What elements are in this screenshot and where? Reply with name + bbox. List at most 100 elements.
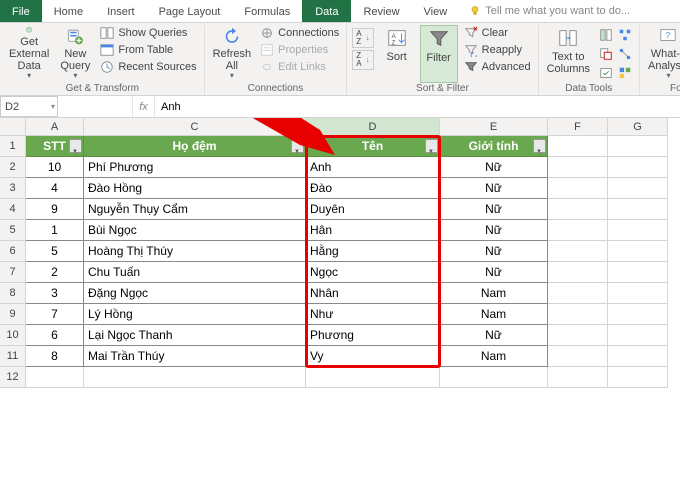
tell-me-search[interactable]: Tell me what you want to do... <box>459 0 630 22</box>
cell-ten[interactable]: Hằng <box>306 241 440 262</box>
row-header[interactable]: 10 <box>0 325 26 346</box>
filter-dropdown-icon[interactable] <box>291 139 304 153</box>
properties-button[interactable]: Properties <box>258 42 341 58</box>
cell-empty[interactable] <box>608 367 668 388</box>
recent-sources-button[interactable]: Recent Sources <box>98 59 198 75</box>
cell-empty[interactable] <box>26 367 84 388</box>
cell-gioi-tinh[interactable]: Nữ <box>440 157 548 178</box>
row-header[interactable]: 1 <box>0 136 26 157</box>
cell-gioi-tinh[interactable]: Nữ <box>440 199 548 220</box>
cell-empty[interactable] <box>548 241 608 262</box>
col-header-D[interactable]: D <box>306 118 440 136</box>
cell-empty[interactable] <box>306 367 440 388</box>
cell-ten[interactable]: Đào <box>306 178 440 199</box>
filter-button[interactable]: Filter <box>420 25 458 83</box>
tab-file[interactable]: File <box>0 0 42 22</box>
cell-ten[interactable]: Duyên <box>306 199 440 220</box>
cell-stt[interactable]: 9 <box>26 199 84 220</box>
cell-empty[interactable] <box>548 136 608 157</box>
cell-ten[interactable]: Phương <box>306 325 440 346</box>
row-header[interactable]: 12 <box>0 367 26 388</box>
cell-stt[interactable]: 2 <box>26 262 84 283</box>
table-header-ho-dem[interactable]: Họ đệm <box>84 136 306 157</box>
filter-dropdown-icon[interactable] <box>533 139 546 153</box>
from-table-button[interactable]: From Table <box>98 42 198 58</box>
remove-duplicates-button[interactable] <box>597 45 615 63</box>
tab-page-layout[interactable]: Page Layout <box>147 0 233 22</box>
cell-ho-dem[interactable]: Lại Ngọc Thanh <box>84 325 306 346</box>
filter-dropdown-icon[interactable] <box>69 139 82 153</box>
row-header[interactable]: 8 <box>0 283 26 304</box>
text-to-columns-button[interactable]: Text to Columns <box>544 25 593 83</box>
col-header-G[interactable]: G <box>608 118 668 136</box>
cell-ten[interactable]: Vy <box>306 346 440 367</box>
row-header[interactable]: 6 <box>0 241 26 262</box>
cell-empty[interactable] <box>548 304 608 325</box>
cell-empty[interactable] <box>608 220 668 241</box>
cell-empty[interactable] <box>608 178 668 199</box>
cell-ho-dem[interactable]: Đào Hồng <box>84 178 306 199</box>
relationships-button[interactable] <box>616 45 634 63</box>
fx-icon[interactable]: fx <box>133 96 155 117</box>
table-header-stt[interactable]: STT <box>26 136 84 157</box>
tab-data[interactable]: Data <box>302 0 351 22</box>
row-header[interactable]: 2 <box>0 157 26 178</box>
cell-empty[interactable] <box>548 262 608 283</box>
cell-empty[interactable] <box>608 262 668 283</box>
cell-empty[interactable] <box>548 367 608 388</box>
cell-ten[interactable]: Nhân <box>306 283 440 304</box>
col-header-F[interactable]: F <box>548 118 608 136</box>
reapply-button[interactable]: Reapply <box>462 42 533 58</box>
col-header-A[interactable]: A <box>26 118 84 136</box>
cell-empty[interactable] <box>548 283 608 304</box>
connections-button[interactable]: Connections <box>258 25 341 41</box>
row-header[interactable]: 11 <box>0 346 26 367</box>
cell-gioi-tinh[interactable]: Nữ <box>440 262 548 283</box>
cell-ho-dem[interactable]: Bùi Ngọc <box>84 220 306 241</box>
cell-empty[interactable] <box>608 199 668 220</box>
cell-ho-dem[interactable]: Chu Tuấn <box>84 262 306 283</box>
col-header-E[interactable]: E <box>440 118 548 136</box>
manage-data-model-button[interactable] <box>616 64 634 82</box>
refresh-all-button[interactable]: Refresh All ▾ <box>210 25 255 83</box>
cell-empty[interactable] <box>548 157 608 178</box>
cell-ten[interactable]: Hân <box>306 220 440 241</box>
cell-stt[interactable]: 8 <box>26 346 84 367</box>
cell-ho-dem[interactable]: Hoàng Thị Thúy <box>84 241 306 262</box>
cell-empty[interactable] <box>608 346 668 367</box>
cell-empty[interactable] <box>548 325 608 346</box>
worksheet-grid[interactable]: A C D E F G 1STTHọ đệmTênGiới tính210Phí… <box>0 118 680 500</box>
cell-empty[interactable] <box>608 283 668 304</box>
tab-formulas[interactable]: Formulas <box>232 0 302 22</box>
cell-ho-dem[interactable]: Đặng Ngọc <box>84 283 306 304</box>
advanced-button[interactable]: Advanced <box>462 59 533 75</box>
tab-home[interactable]: Home <box>42 0 95 22</box>
name-box[interactable]: D2▾ <box>0 96 58 117</box>
edit-links-button[interactable]: Edit Links <box>258 59 341 75</box>
cell-empty[interactable] <box>608 136 668 157</box>
sort-button[interactable]: AZ Sort <box>378 25 416 83</box>
tab-review[interactable]: Review <box>351 0 411 22</box>
row-header[interactable]: 7 <box>0 262 26 283</box>
tab-view[interactable]: View <box>412 0 460 22</box>
consolidate-button[interactable] <box>616 26 634 44</box>
cell-empty[interactable] <box>608 325 668 346</box>
new-query-button[interactable]: New Query ▾ <box>56 25 94 83</box>
select-all-corner[interactable] <box>0 118 26 136</box>
row-header[interactable]: 3 <box>0 178 26 199</box>
cell-ten[interactable]: Như <box>306 304 440 325</box>
cell-stt[interactable]: 3 <box>26 283 84 304</box>
cell-gioi-tinh[interactable]: Nam <box>440 283 548 304</box>
show-queries-button[interactable]: Show Queries <box>98 25 198 41</box>
col-header-C[interactable]: C <box>84 118 306 136</box>
cell-gioi-tinh[interactable]: Nữ <box>440 178 548 199</box>
cell-stt[interactable]: 10 <box>26 157 84 178</box>
cell-ho-dem[interactable]: Phí Phương <box>84 157 306 178</box>
cell-gioi-tinh[interactable]: Nữ <box>440 325 548 346</box>
cell-empty[interactable] <box>440 367 548 388</box>
cell-ten[interactable]: Anh <box>306 157 440 178</box>
cell-stt[interactable]: 5 <box>26 241 84 262</box>
what-if-button[interactable]: ? What-If Analysis ▾ <box>645 25 680 83</box>
cell-stt[interactable]: 1 <box>26 220 84 241</box>
cell-empty[interactable] <box>608 241 668 262</box>
